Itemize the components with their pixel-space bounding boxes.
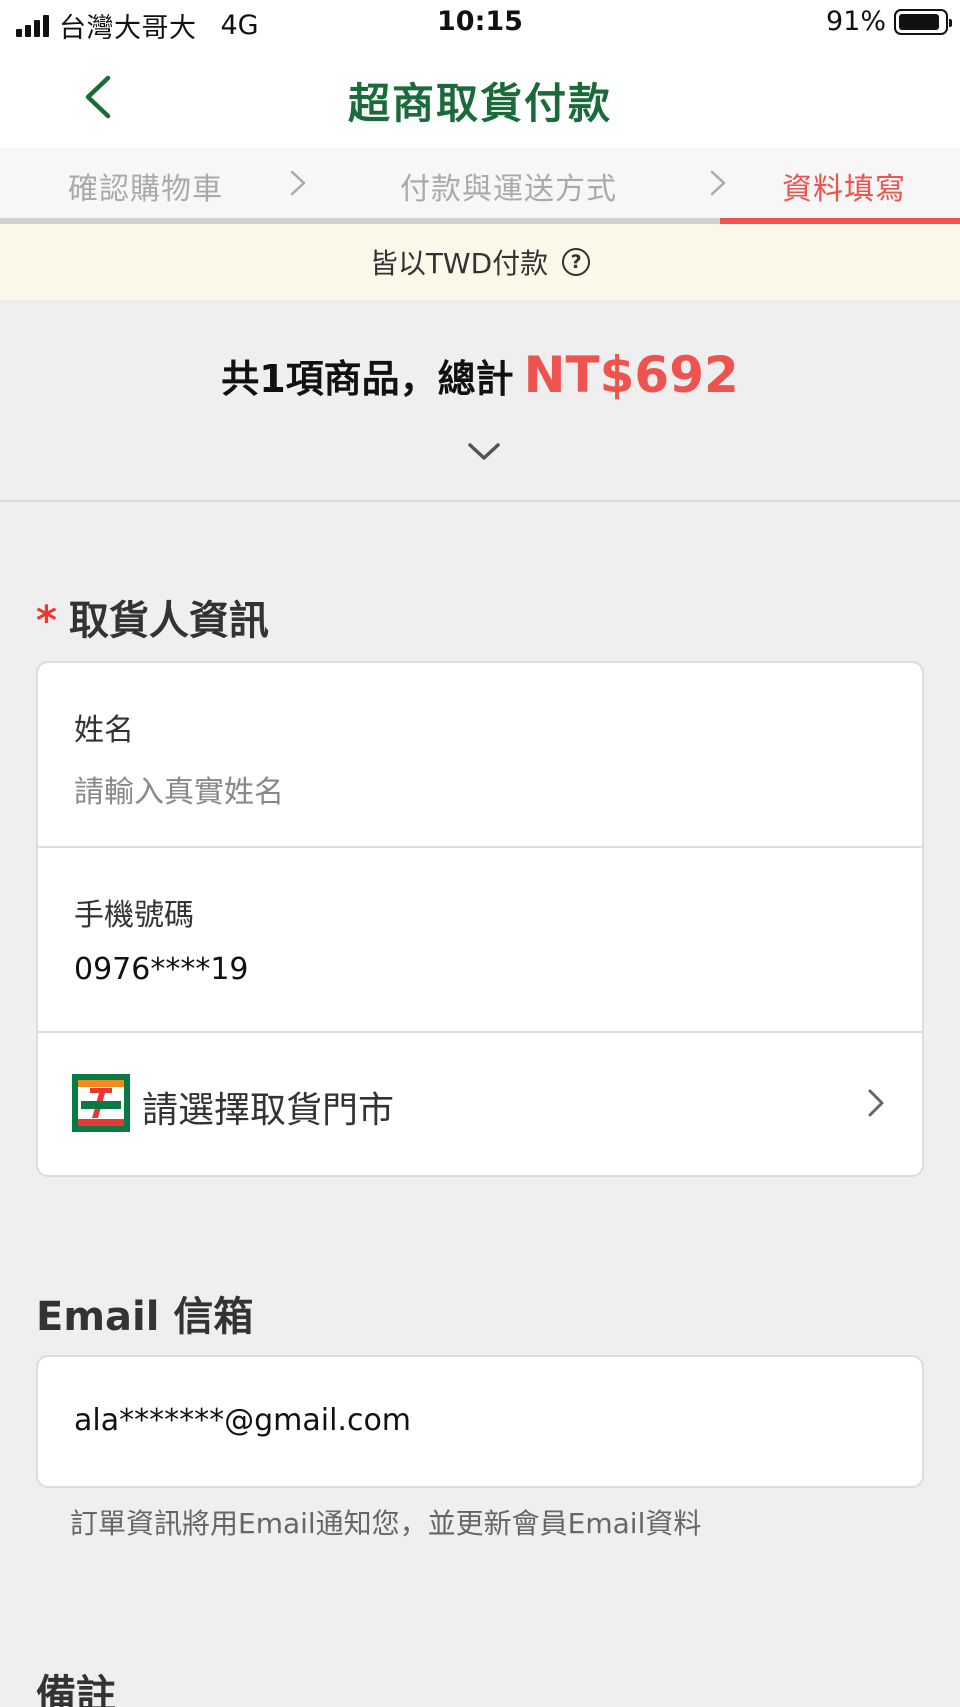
required-mark: * xyxy=(36,598,57,644)
select-store-label: 請選擇取貨門市 xyxy=(142,1090,395,1131)
summary-line: 共1項商品，總計 NT$692 xyxy=(0,346,960,404)
name-field[interactable]: 姓名 請輸入真實姓名 xyxy=(38,663,922,848)
select-store-row[interactable]: 請選擇取貨門市 xyxy=(38,1033,922,1175)
step-arrow-icon xyxy=(710,170,726,196)
question-icon[interactable]: ? xyxy=(562,248,591,276)
chevron-right-icon xyxy=(868,1089,884,1117)
status-bar: 台灣大哥大 4G 10:15 91% xyxy=(0,0,960,48)
step-confirm-cart[interactable]: 確認購物車 xyxy=(68,164,223,208)
step-fill-info[interactable]: 資料填寫 xyxy=(782,164,906,208)
status-time: 10:15 xyxy=(437,6,523,37)
recipient-card: 姓名 請輸入真實姓名 手機號碼 0976****19 請選擇取貨門市 xyxy=(36,661,924,1177)
currency-text: 皆以TWD付款 xyxy=(369,247,549,280)
summary-total: NT$692 xyxy=(523,346,739,404)
chevron-down-icon[interactable] xyxy=(466,440,502,464)
currency-notice: 皆以TWD付款 ? xyxy=(0,224,960,300)
summary-text: 共1項商品，總計 xyxy=(221,357,514,401)
email-section-title: Email 信箱 xyxy=(36,1294,254,1340)
email-hint: 訂單資訊將用Email通知您，並更新會員Email資料 xyxy=(70,1507,702,1540)
name-label: 姓名 xyxy=(74,713,134,748)
step-arrow-icon xyxy=(290,170,306,196)
phone-field[interactable]: 手機號碼 0976****19 xyxy=(38,848,922,1033)
page-header: 超商取貨付款 xyxy=(0,48,960,148)
recipient-section-title: * 取貨人資訊 xyxy=(36,588,269,646)
phone-label: 手機號碼 xyxy=(74,898,194,933)
battery-icon xyxy=(894,8,952,35)
seven-eleven-logo-icon xyxy=(72,1074,130,1132)
step-payment-shipping[interactable]: 付款與運送方式 xyxy=(400,164,617,208)
email-field[interactable]: ala*******@gmail.com xyxy=(36,1355,924,1488)
notes-section-title: 備註 xyxy=(36,1672,116,1707)
status-right: 91% xyxy=(825,6,952,37)
battery-fill xyxy=(899,13,940,30)
phone-input[interactable]: 0976****19 xyxy=(74,952,249,987)
order-summary: 共1項商品，總計 NT$692 xyxy=(0,300,960,502)
name-input[interactable]: 請輸入真實姓名 xyxy=(74,767,284,811)
battery-percent: 91% xyxy=(825,6,886,37)
recipient-title-text: 取貨人資訊 xyxy=(68,598,269,644)
page-title: 超商取貨付款 xyxy=(347,79,612,128)
email-input[interactable]: ala*******@gmail.com xyxy=(74,1403,411,1438)
checkout-steps: 確認購物車 付款與運送方式 資料填寫 xyxy=(0,148,960,224)
